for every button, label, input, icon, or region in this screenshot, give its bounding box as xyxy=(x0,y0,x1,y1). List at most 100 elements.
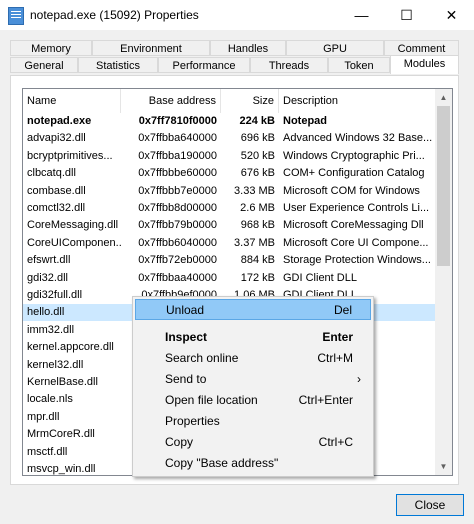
cell-desc: GDI Client DLL xyxy=(283,271,357,284)
table-row[interactable]: combase.dll 0x7ffbbb7e0000 3.33 MB Microsof… xyxy=(23,183,437,200)
table-row[interactable]: notepad.exe 0x7ff7810f0000 224 kB Notepad xyxy=(23,113,437,130)
scroll-thumb[interactable] xyxy=(437,106,450,266)
tab-row-bottom: General Statistics Performance Threads T… xyxy=(10,55,459,74)
menu-item-open-file-location[interactable]: Open file location Ctrl+Enter xyxy=(135,390,371,411)
tab-modules[interactable]: Modules xyxy=(390,55,459,74)
cell-name: gdi32.dll xyxy=(27,271,68,284)
close-icon: ✕ xyxy=(445,7,458,23)
cell-base: 0x7ffbba640000 xyxy=(138,132,217,145)
menu-item-inspect[interactable]: Inspect Enter xyxy=(135,327,371,348)
close-window-button[interactable]: ✕ xyxy=(429,0,474,30)
maximize-button[interactable]: ☐ xyxy=(384,0,429,30)
cell-base: 0x7ffbbaa40000 xyxy=(138,271,217,284)
cell-size: 3.37 MB xyxy=(234,236,275,249)
minimize-button[interactable]: — xyxy=(339,0,384,30)
cell-size: 520 kB xyxy=(240,149,275,162)
title-bar: notepad.exe (15092) Properties — ☐ ✕ xyxy=(0,0,474,30)
vertical-scrollbar[interactable]: ▲ ▼ xyxy=(435,89,452,475)
cell-base: 0x7ffbbbe60000 xyxy=(138,167,217,180)
tab-row-top: Memory Environment Handles GPU Comment xyxy=(10,40,459,57)
tab-comment[interactable]: Comment xyxy=(384,40,459,56)
menu-item-copy[interactable]: Copy Ctrl+C xyxy=(135,432,371,453)
cell-name: locale.nls xyxy=(27,393,73,406)
cell-name: msvcp_win.dll xyxy=(27,463,96,475)
cell-name: kernel.appcore.dll xyxy=(27,341,114,354)
cell-base: 0x7ffbb8d00000 xyxy=(138,202,217,214)
cell-name: CoreUIComponen... xyxy=(27,236,121,249)
cell-name: MrmCoreR.dll xyxy=(27,428,95,441)
menu-item-unload[interactable]: Unload Del xyxy=(135,299,371,320)
cell-desc: Microsoft CoreMessaging Dll xyxy=(283,219,424,232)
menu-item-send-to[interactable]: Send to › xyxy=(135,369,371,390)
cell-size: 968 kB xyxy=(240,219,275,232)
cell-size: 3.33 MB xyxy=(234,184,275,197)
cell-size: 696 kB xyxy=(240,132,275,145)
cell-name: CoreMessaging.dll xyxy=(27,219,119,232)
close-button[interactable]: Close xyxy=(396,494,464,516)
notepad-icon xyxy=(8,7,24,25)
cell-size: 676 kB xyxy=(240,167,275,180)
tab-environment[interactable]: Environment xyxy=(92,40,210,56)
cell-name: hello.dll xyxy=(27,306,65,319)
cell-base: 0x7ff7810f0000 xyxy=(138,115,217,127)
cell-name: kernel32.dll xyxy=(27,358,84,371)
cell-name: advapi32.dll xyxy=(27,132,86,145)
cell-base: 0x7ffbb6040000 xyxy=(138,236,217,249)
cell-name: imm32.dll xyxy=(27,323,75,336)
menu-item-properties[interactable]: Properties xyxy=(135,411,371,432)
cell-name: clbcatq.dll xyxy=(27,167,76,180)
cell-base: 0x7ffbb79b0000 xyxy=(138,219,217,232)
column-name[interactable]: Name xyxy=(23,89,121,113)
cell-base: 0x7ffb72eb0000 xyxy=(138,254,217,267)
menu-item-search-online[interactable]: Search online Ctrl+M xyxy=(135,348,371,369)
column-base-address[interactable]: Base address xyxy=(121,89,221,113)
context-menu: Unload Del Inspect Enter Search online C… xyxy=(132,296,374,477)
cell-desc: Windows Cryptographic Pri... xyxy=(283,149,425,162)
maximize-icon: ☐ xyxy=(400,7,413,23)
table-row[interactable]: CoreUIComponen... 0x7ffbb6040000 3.37 MB Mi… xyxy=(23,235,437,252)
table-row[interactable]: comctl32.dll 0x7ffbb8d00000 2.6 MB User Exp… xyxy=(23,200,437,217)
cell-desc: COM+ Configuration Catalog xyxy=(283,167,425,180)
table-row[interactable]: gdi32.dll 0x7ffbbaa40000 172 kB GDI Client … xyxy=(23,270,437,287)
table-row[interactable]: efswrt.dll 0x7ffb72eb0000 884 kB Storage Pr… xyxy=(23,252,437,269)
cell-size: 172 kB xyxy=(240,271,275,284)
cell-desc: Storage Protection Windows... xyxy=(283,254,431,267)
tab-token[interactable]: Token xyxy=(328,57,390,73)
chevron-right-icon: › xyxy=(357,372,361,386)
cell-base: 0x7ffbbb7e0000 xyxy=(138,184,217,197)
cell-name: combase.dll xyxy=(27,184,86,197)
tab-general[interactable]: General xyxy=(10,57,78,73)
cell-desc: Notepad xyxy=(283,115,327,127)
tab-handles[interactable]: Handles xyxy=(210,40,286,56)
minimize-icon: — xyxy=(354,7,369,23)
tab-performance[interactable]: Performance xyxy=(158,57,250,73)
table-row[interactable]: bcryptprimitives... 0x7ffbba190000 520 kB W… xyxy=(23,148,437,165)
cell-name: notepad.exe xyxy=(27,115,92,127)
cell-base: 0x7ffbba190000 xyxy=(138,149,217,162)
cell-name: efswrt.dll xyxy=(27,254,71,267)
cell-name: KernelBase.dll xyxy=(27,376,98,388)
tab-threads[interactable]: Threads xyxy=(250,57,328,73)
cell-name: mpr.dll xyxy=(27,410,60,423)
table-row[interactable]: CoreMessaging.dll 0x7ffbb79b0000 968 kB Mic… xyxy=(23,217,437,234)
cell-name: bcryptprimitives... xyxy=(27,149,113,162)
cell-desc: Microsoft Core UI Compone... xyxy=(283,236,429,249)
window-title: notepad.exe (15092) Properties xyxy=(30,8,199,22)
table-row[interactable]: advapi32.dll 0x7ffbba640000 696 kB Advanced… xyxy=(23,130,437,147)
cell-desc: User Experience Controls Li... xyxy=(283,202,430,214)
column-description[interactable]: Description xyxy=(279,89,437,113)
menu-item-copy-base-address[interactable]: Copy "Base address" xyxy=(135,453,371,474)
cell-size: 2.6 MB xyxy=(240,202,275,214)
cell-desc: Advanced Windows 32 Base... xyxy=(283,132,433,145)
tab-memory[interactable]: Memory xyxy=(10,40,92,56)
table-row[interactable]: clbcatq.dll 0x7ffbbbe60000 676 kB COM+ Conf… xyxy=(23,165,437,182)
column-size[interactable]: Size xyxy=(221,89,279,113)
tab-gpu[interactable]: GPU xyxy=(286,40,384,56)
cell-name: gdi32full.dll xyxy=(27,289,83,301)
scroll-up-icon[interactable]: ▲ xyxy=(435,89,452,106)
cell-size: 884 kB xyxy=(240,254,275,267)
tab-statistics[interactable]: Statistics xyxy=(78,57,158,73)
list-header: Name Base address Size Description xyxy=(23,89,437,113)
cell-name: msctf.dll xyxy=(27,445,68,458)
scroll-down-icon[interactable]: ▼ xyxy=(435,458,452,475)
